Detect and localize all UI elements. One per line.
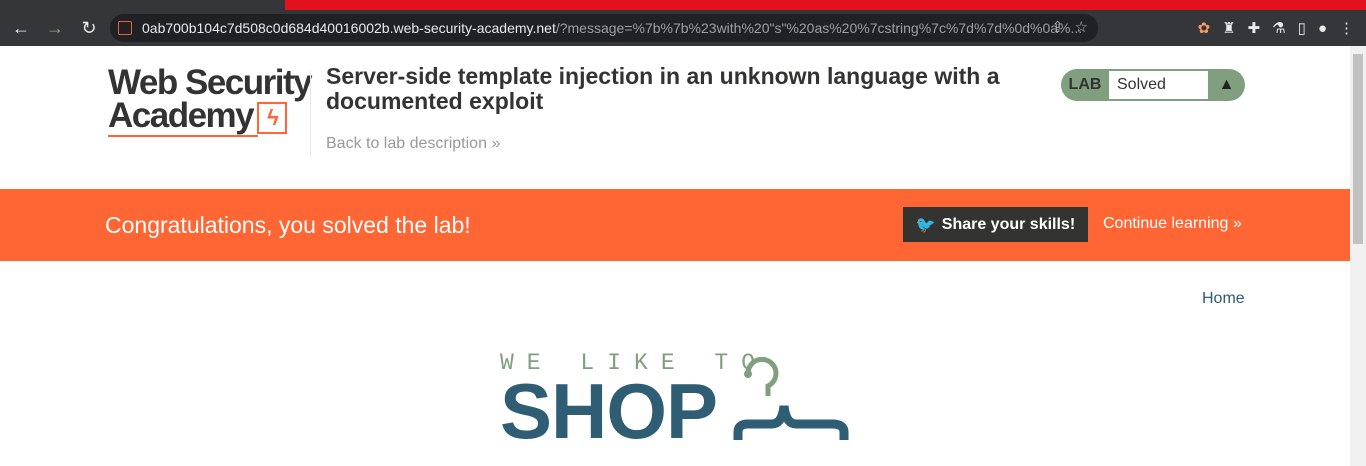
browser-toolbar: ← → ↻ 0ab700b104c7d508c0d684d40016002b.w… [0,10,1366,46]
menu-icon[interactable]: ⋮ [1339,19,1354,37]
extension-icon[interactable]: ✿ [1198,19,1211,37]
logo-line2: Academy [108,96,255,135]
share-skills-button[interactable]: 🐦 Share your skills! [903,207,1088,242]
back-arrow-icon[interactable]: ← [8,18,34,39]
share-icon[interactable]: ⇪ [1051,18,1064,36]
url-host: 0ab700b104c7d508c0d684d40016002b.web-sec… [142,20,556,36]
forward-arrow-icon[interactable]: → [42,18,68,39]
lab-status-badge: LAB Solved ▲ [1061,69,1245,101]
chevron-right-icon: » [1232,215,1242,232]
extension-icon[interactable]: ♜ [1222,19,1235,37]
lab-header: Web Security Academy ϟ Server-side templa… [0,46,1350,189]
divider [310,71,311,156]
hanger-icon [733,356,849,440]
side-panel-icon[interactable]: ▯ [1298,19,1306,37]
flask-icon[interactable]: ⚗ [1272,19,1285,37]
lightning-icon: ϟ [257,101,288,134]
puzzle-icon[interactable]: ✚ [1248,19,1261,37]
congratulations-message: Congratulations, you solved the lab! [105,212,471,238]
lab-status: Solved [1109,71,1208,99]
logo-underline [108,134,258,137]
lab-label: LAB [1068,76,1102,93]
bookmark-star-icon[interactable]: ☆ [1075,18,1088,36]
browser-tab[interactable] [0,0,285,10]
share-label: Share your skills! [941,215,1076,233]
logo-line1: Web Security [108,63,313,102]
flask-check-icon: ▲ [1218,76,1235,93]
shop-logo: WE LIKE TO SHOP [500,350,860,450]
solved-banner: Congratulations, you solved the lab! 🐦 Sh… [0,189,1350,261]
back-link-label: Back to lab description [326,135,487,152]
tab-strip-background [285,0,1366,10]
scrollbar-thumb[interactable] [1353,54,1363,244]
chevron-right-icon: » [491,135,501,152]
web-security-academy-logo[interactable]: Web Security Academy ϟ [108,63,313,137]
profile-icon[interactable]: ● [1318,20,1327,37]
continue-learning-link[interactable]: Continue learning » [1103,215,1242,233]
reload-icon[interactable]: ↻ [76,18,102,39]
site-favicon-icon [118,21,132,35]
home-link[interactable]: Home [1202,290,1245,308]
continue-label: Continue learning [1103,215,1229,232]
scrollbar[interactable] [1350,46,1366,466]
address-bar[interactable]: 0ab700b104c7d508c0d684d40016002b.web-sec… [110,14,1098,42]
tab-strip [0,0,1366,10]
lab-title: Server-side template injection in an unk… [326,63,1000,114]
url-path: /?message=%7b%7b%23with%20"s"%20as%20%7c… [555,20,1083,36]
twitter-icon: 🐦 [915,216,936,234]
back-to-lab-link[interactable]: Back to lab description » [326,135,500,153]
